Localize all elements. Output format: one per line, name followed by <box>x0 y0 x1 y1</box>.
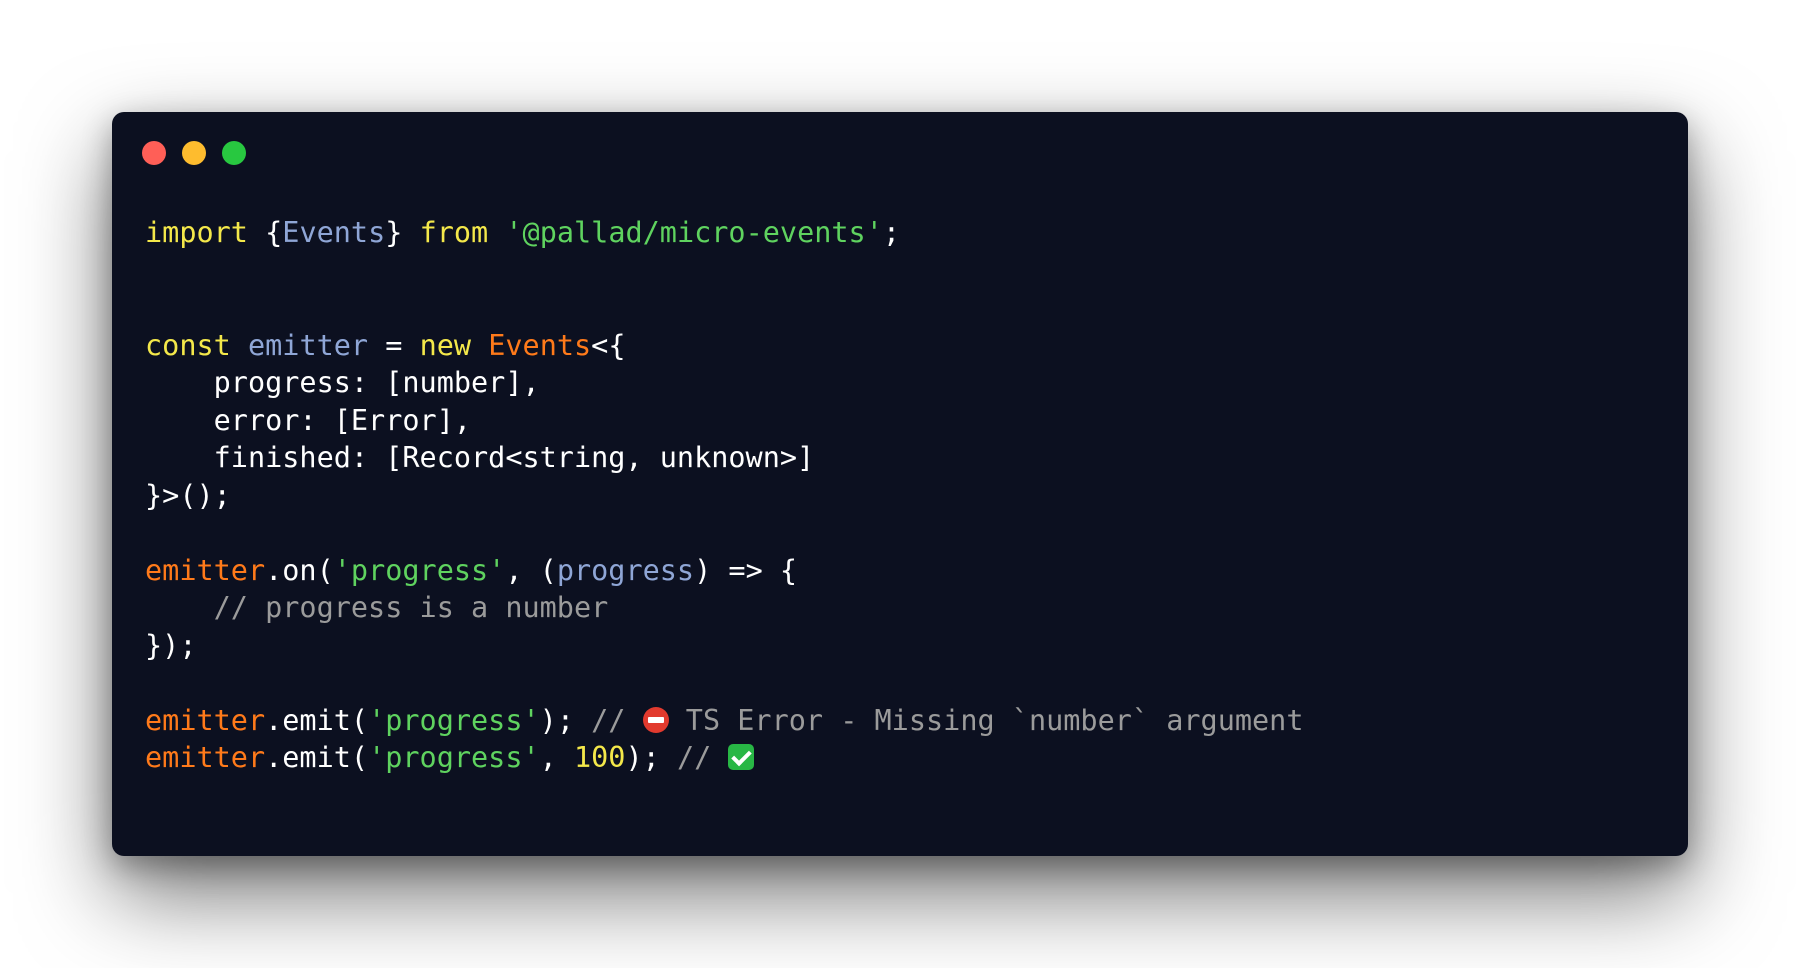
code-token-punctuation: <{ <box>591 328 626 362</box>
zoom-dot-icon[interactable] <box>222 141 246 165</box>
code-line: }>(); <box>145 477 1304 515</box>
code-token-punctuation: }>(); <box>145 478 231 512</box>
code-token-punctuation: , ( <box>505 553 557 587</box>
code-line: import {Events} from '@pallad/micro-even… <box>145 214 1304 252</box>
code-token-string: '@pallad/micro-events' <box>505 216 883 249</box>
code-token-punctuation: finished: [Record<string, unknown>] <box>145 441 815 474</box>
code-token-punctuation: , <box>539 741 574 774</box>
code-line: emitter.emit('progress'); // TS Error - … <box>145 702 1304 740</box>
code-token-identifier: emitter <box>247 328 369 362</box>
window-controls <box>142 141 246 165</box>
code-line: emitter.emit('progress', 100); // <box>145 739 1304 777</box>
code-token-punctuation: .on( <box>265 553 334 587</box>
check-mark-icon <box>728 744 755 770</box>
code-token-identifier: progress <box>556 553 695 587</box>
code-token-keyword: from <box>419 216 489 249</box>
code-token-string: 'progress' <box>368 703 540 737</box>
code-token-string: 'progress' <box>333 553 506 587</box>
close-dot-icon[interactable] <box>142 141 166 165</box>
code-line: // progress is a number <box>145 589 1304 627</box>
code-token-comment: // <box>676 741 729 774</box>
code-token-string: 'progress' <box>368 741 540 774</box>
code-token-punctuation <box>471 329 488 362</box>
code-token-class: emitter <box>145 703 266 737</box>
code-token-class: emitter <box>145 553 266 587</box>
code-token-punctuation: ); <box>625 741 677 774</box>
code-line: finished: [Record<string, unknown>] <box>145 439 1304 477</box>
code-token-keyword: import <box>145 216 248 249</box>
code-token-punctuation <box>231 329 248 362</box>
code-token-identifier: Events <box>282 216 386 249</box>
code-token-punctuation: error: [Error], <box>145 403 472 437</box>
code-token-punctuation: .emit( <box>265 741 369 774</box>
code-window: import {Events} from '@pallad/micro-even… <box>112 112 1688 856</box>
code-token-punctuation: = <box>368 328 420 362</box>
code-token-class: Events <box>488 328 592 362</box>
code-token-number: 100 <box>573 741 626 774</box>
code-line: const emitter = new Events<{ <box>145 327 1304 365</box>
minimize-dot-icon[interactable] <box>182 141 206 165</box>
code-token-keyword: new <box>419 328 472 362</box>
code-token-comment: // progress is a number <box>145 591 609 624</box>
code-line: emitter.on('progress', (progress) => { <box>145 552 1304 590</box>
code-token-punctuation <box>488 216 505 249</box>
code-line: }); <box>145 627 1304 665</box>
code-line: progress: [number], <box>145 364 1304 402</box>
code-block: import {Events} from '@pallad/micro-even… <box>145 214 1304 777</box>
code-line: error: [Error], <box>145 402 1304 440</box>
code-token-punctuation: } <box>385 216 420 249</box>
code-token-punctuation: ); <box>539 703 592 737</box>
code-token-punctuation: ; <box>882 216 901 249</box>
no-entry-icon <box>642 706 669 733</box>
code-token-keyword: const <box>145 328 231 362</box>
code-token-punctuation: ) => { <box>694 553 798 587</box>
code-token-class: emitter <box>145 741 266 774</box>
code-token-comment: // <box>591 703 643 737</box>
code-token-punctuation: .emit( <box>265 703 369 737</box>
code-token-comment: TS Error - Missing `number` argument <box>668 703 1304 737</box>
code-token-punctuation: { <box>247 216 283 249</box>
code-token-punctuation: progress: [number], <box>145 366 540 399</box>
code-token-punctuation: }); <box>145 628 197 662</box>
